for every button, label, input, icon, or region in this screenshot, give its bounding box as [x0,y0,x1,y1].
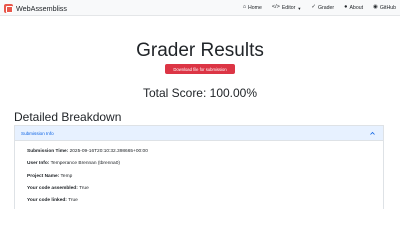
accordion-header[interactable]: Submission Info [15,126,383,141]
caret-down-icon: ▼ [297,5,302,11]
download-button[interactable]: Download file for submission [165,64,235,74]
info-value: 2025-09-16T20:10:32.398665+00:00 [69,149,148,154]
info-value: Temp [60,173,73,179]
nav-grader[interactable]: ✓ Grader [311,5,334,11]
info-value: True [79,185,89,191]
nav-home-label: Home [248,5,262,11]
github-icon: ◉ [373,4,378,11]
grader-icon: ✓ [311,4,316,11]
brand-link[interactable]: WebAssembliss [4,2,67,14]
info-row-code-assembled: Your code assembled: True [27,186,383,198]
chevron-up-icon [370,131,375,135]
info-label: Submission Time: [27,149,69,154]
info-row-code-linked: Your code linked: True [27,198,383,210]
nav-github[interactable]: ◉ GitHub [373,5,396,11]
info-label: Your code linked: [27,198,67,204]
info-label: User Info: [27,161,50,167]
info-label: Your code assembled: [27,185,78,191]
info-row-submission-time: Submission Time: 2025-09-16T20:10:32.398… [27,149,383,161]
info-row-project-name: Project Name: Temp [27,174,383,186]
accordion-header-label: Submission Info [21,130,54,136]
submission-info-accordion: Submission Info Submission Time: 2025-09… [14,125,384,209]
nav-github-label: GitHub [379,5,396,11]
nav-editor-label: Editor [281,5,296,11]
breakdown-heading: Detailed Breakdown [14,110,122,124]
nav-about-label: About [349,5,364,11]
brand-logo-icon [4,3,13,13]
info-icon: ● [344,4,348,11]
info-value: Temperance Brennan (tbrenna0) [50,161,120,167]
accordion-body: Submission Time: 2025-09-16T20:10:32.398… [15,141,383,210]
nav-about[interactable]: ● About [344,5,363,11]
nav-editor[interactable]: </> Editor ▼ [272,5,301,11]
code-icon: </> [271,4,280,11]
navbar: WebAssembliss ⌂ Home </> Editor ▼ ✓ Grad… [0,0,400,16]
page-title: Grader Results [136,40,264,61]
nav-items: ⌂ Home </> Editor ▼ ✓ Grader ● About ◉ G… [233,2,396,14]
nav-grader-label: Grader [317,5,335,11]
info-row-user-info: User Info: Temperance Brennan (tbrenna0) [27,161,383,173]
nav-home[interactable]: ⌂ Home [243,5,262,11]
info-value: True [68,198,78,204]
info-label: Project Name: [27,173,60,179]
brand-name: WebAssembliss [16,3,67,13]
total-score: Total Score: 100.00% [142,86,258,100]
home-icon: ⌂ [242,4,247,11]
